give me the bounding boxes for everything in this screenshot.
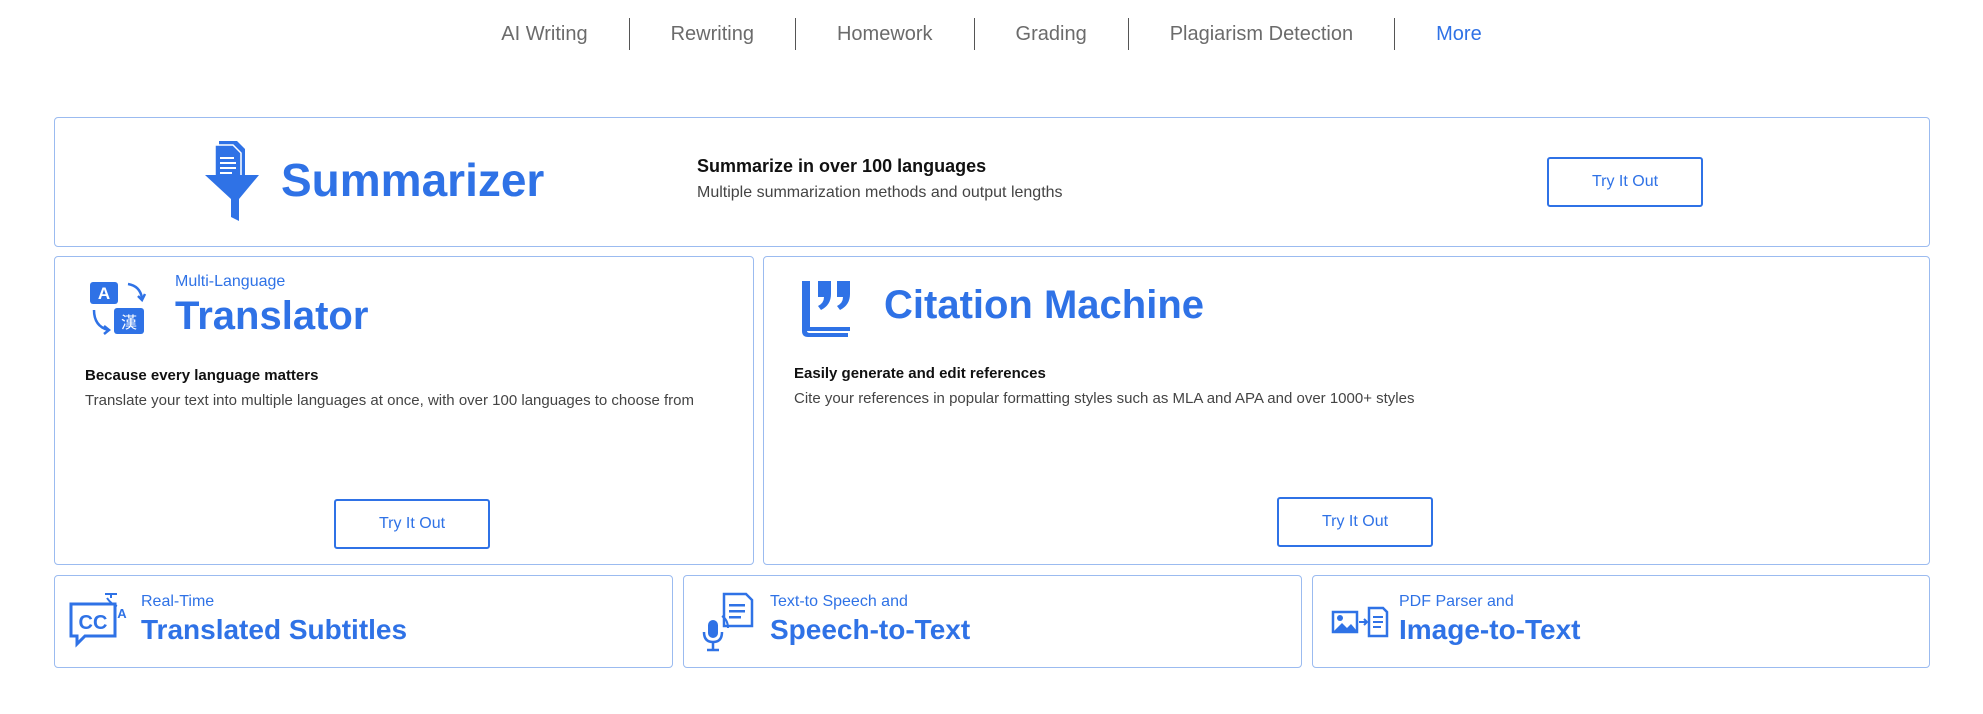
funnel-document-icon: [205, 141, 259, 221]
speech-label: Text-to Speech and: [770, 593, 908, 610]
image-to-text-icon: [1331, 606, 1389, 638]
closed-caption-translate-icon: CC A: [69, 593, 127, 648]
translate-icon-latin-glyph: A: [98, 284, 110, 303]
translate-icon: A 漢: [90, 282, 147, 335]
nav-rewriting[interactable]: Rewriting: [630, 18, 795, 50]
subtitles-title: Translated Subtitles: [141, 614, 408, 645]
summarizer-try-button[interactable]: Try It Out: [1547, 157, 1703, 207]
translator-label: Multi-Language: [175, 273, 286, 290]
translator-try-button[interactable]: Try It Out: [334, 499, 490, 549]
image-text-label: PDF Parser and: [1399, 593, 1514, 610]
citation-title: Citation Machine: [884, 283, 1205, 327]
quote-book-icon: [802, 281, 850, 337]
translator-heading: Because every language matters: [85, 367, 319, 384]
subtitles-card[interactable]: CC A Real-Time Translated Subtitles: [54, 575, 673, 668]
translate-icon-cjk-glyph: 漢: [121, 313, 137, 332]
subtitles-label: Real-Time: [141, 593, 215, 610]
summarizer-description: Multiple summarization methods and outpu…: [697, 184, 1063, 201]
nav-ai-writing[interactable]: AI Writing: [460, 18, 628, 50]
summarizer-card[interactable]: Summarizer Summarize in over 100 languag…: [54, 117, 1930, 247]
nav-more[interactable]: More: [1395, 18, 1523, 50]
top-nav: AI Writing Rewriting Homework Grading Pl…: [0, 18, 1983, 50]
microphone-document-icon: [702, 592, 754, 652]
caption-icon-latin-glyph: A: [117, 606, 127, 621]
translator-title: Translator: [175, 294, 369, 338]
image-text-title: Image-to-Text: [1399, 614, 1581, 645]
nav-plagiarism-detection[interactable]: Plagiarism Detection: [1129, 18, 1394, 50]
summarizer-title: Summarizer: [281, 154, 545, 206]
image-text-card[interactable]: PDF Parser and Image-to-Text: [1312, 575, 1930, 668]
citation-description: Cite your references in popular formatti…: [794, 390, 1415, 407]
citation-try-button[interactable]: Try It Out: [1277, 497, 1433, 547]
citation-heading: Easily generate and edit references: [794, 365, 1046, 382]
summarizer-heading: Summarize in over 100 languages: [697, 156, 987, 176]
citation-card[interactable]: Citation Machine Easily generate and edi…: [763, 256, 1930, 565]
translator-card[interactable]: A 漢 Multi-Language Translator Because ev…: [54, 256, 754, 565]
nav-homework[interactable]: Homework: [796, 18, 974, 50]
translator-description: Translate your text into multiple langua…: [85, 392, 694, 409]
nav-grading[interactable]: Grading: [975, 18, 1128, 50]
speech-title: Speech-to-Text: [770, 614, 971, 645]
caption-icon-cc-glyph: CC: [79, 612, 108, 634]
speech-card[interactable]: Text-to Speech and Speech-to-Text: [683, 575, 1302, 668]
